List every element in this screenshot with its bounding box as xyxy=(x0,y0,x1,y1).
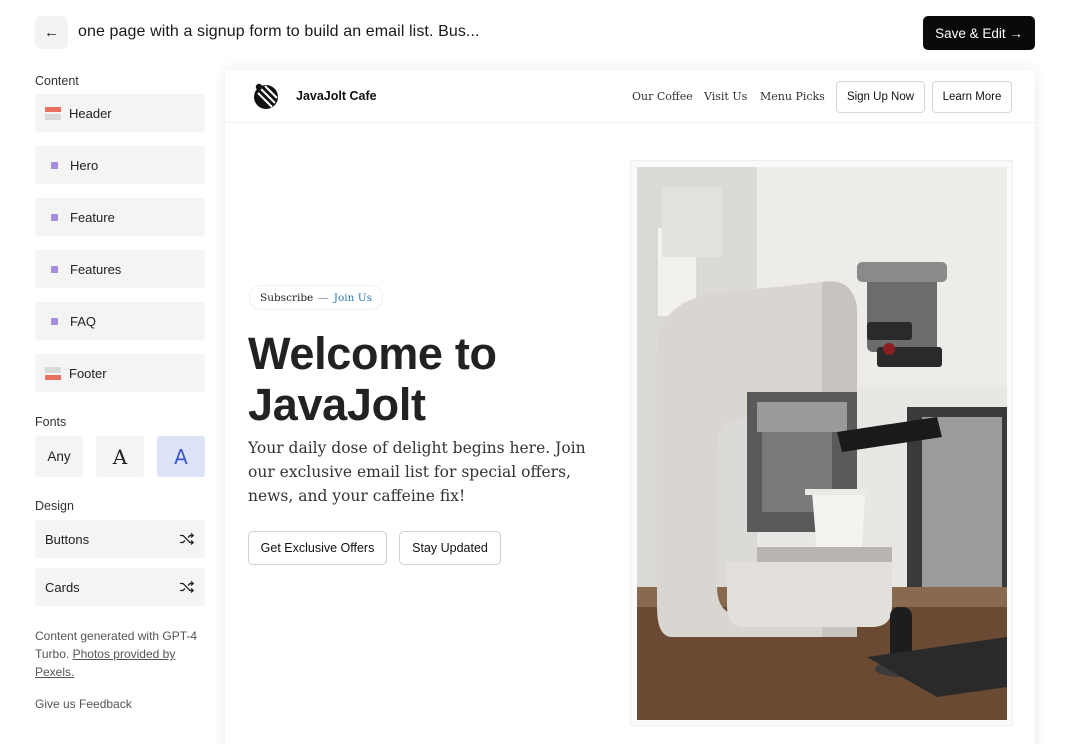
hero-subtitle: Your daily dose of delight begins here. … xyxy=(248,439,586,505)
espresso-machine-image xyxy=(637,167,1007,720)
section-dot-icon xyxy=(51,265,58,273)
hero-title: Welcome to JavaJolt xyxy=(248,328,497,430)
fonts-section-label: Fonts xyxy=(35,415,67,429)
design-item-cards[interactable]: Cards xyxy=(35,568,205,606)
brand-name: JavaJolt Cafe xyxy=(296,89,377,103)
save-edit-button[interactable]: Save & Edit → xyxy=(923,16,1035,50)
badge-label: Subscribe xyxy=(260,291,314,304)
footer-layout-icon xyxy=(45,366,61,380)
site-preview: JavaJolt Cafe Our Coffee Visit Us Menu P… xyxy=(225,70,1035,744)
section-dot-icon xyxy=(51,213,58,221)
sign-up-now-button[interactable]: Sign Up Now xyxy=(836,81,925,113)
section-dot-icon xyxy=(51,161,58,169)
prompt-text: one page with a signup form to build an … xyxy=(78,23,480,40)
coffee-bean-logo-icon xyxy=(254,83,278,109)
content-item-label: FAQ xyxy=(70,313,97,329)
header-layout-icon xyxy=(45,106,61,120)
site-header: JavaJolt Cafe Our Coffee Visit Us Menu P… xyxy=(225,70,1035,123)
content-item-footer[interactable]: Footer xyxy=(35,354,205,392)
content-item-label: Hero xyxy=(70,157,99,173)
subscribe-badge: Subscribe — Join Us xyxy=(249,285,383,310)
arrow-left-icon: ← xyxy=(44,24,59,41)
get-exclusive-offers-button[interactable]: Get Exclusive Offers xyxy=(248,531,387,565)
hero-image-frame xyxy=(630,160,1013,726)
section-dot-icon xyxy=(51,317,58,325)
shuffle-icon[interactable] xyxy=(179,580,195,594)
content-item-label: Feature xyxy=(70,209,115,225)
learn-more-button[interactable]: Learn More xyxy=(932,81,1012,113)
content-item-label: Footer xyxy=(69,365,107,381)
stay-updated-button[interactable]: Stay Updated xyxy=(399,531,501,565)
content-item-features[interactable]: Features xyxy=(35,250,205,288)
content-item-label: Features xyxy=(70,261,122,277)
content-item-faq[interactable]: FAQ xyxy=(35,302,205,340)
nav-link-visit-us[interactable]: Visit Us xyxy=(704,90,747,103)
content-item-hero[interactable]: Hero xyxy=(35,146,205,184)
back-button[interactable]: ← xyxy=(35,16,68,49)
badge-separator: — xyxy=(318,291,329,304)
credit-text: Content generated with GPT-4 Turbo. Phot… xyxy=(35,627,207,681)
top-bar: ← one page with a signup form to build a… xyxy=(0,0,1083,66)
shuffle-icon[interactable] xyxy=(179,532,195,546)
badge-join-link[interactable]: Join Us xyxy=(334,292,372,304)
design-item-label: Buttons xyxy=(45,531,90,547)
content-item-label: Header xyxy=(69,105,112,121)
feedback-link[interactable]: Give us Feedback xyxy=(35,697,132,711)
nav-link-menu-picks[interactable]: Menu Picks xyxy=(760,90,825,103)
design-section-label: Design xyxy=(35,499,74,513)
content-item-header[interactable]: Header xyxy=(35,94,205,132)
font-option-any[interactable]: Any xyxy=(35,436,83,477)
design-item-label: Cards xyxy=(45,579,80,595)
content-item-feature[interactable]: Feature xyxy=(35,198,205,236)
font-option-sans-selected[interactable]: A xyxy=(157,436,205,477)
design-item-buttons[interactable]: Buttons xyxy=(35,520,205,558)
font-option-serif[interactable]: A xyxy=(96,436,144,477)
content-section-label: Content xyxy=(35,74,79,88)
nav-link-our-coffee[interactable]: Our Coffee xyxy=(632,90,693,103)
